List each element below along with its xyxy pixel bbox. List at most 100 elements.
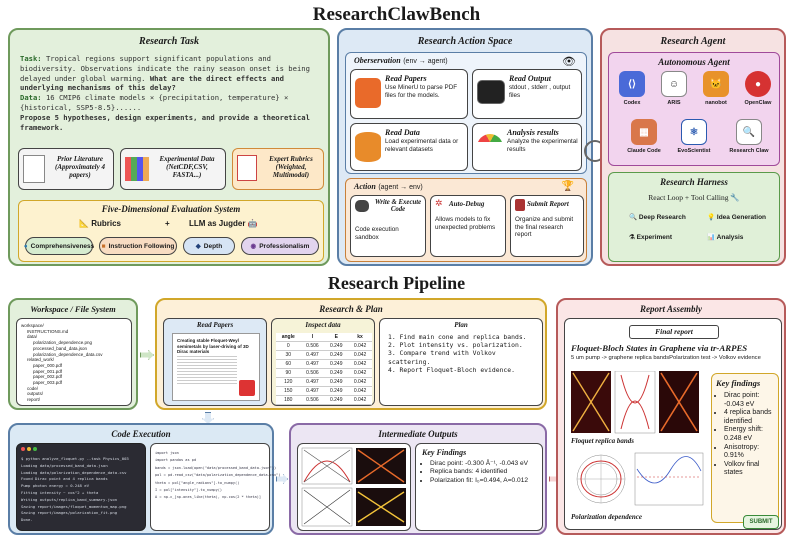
database-icon: [355, 132, 381, 162]
harness-experiment: ⚗ Experiment: [629, 233, 672, 241]
observation-box: Oberservation (env → agent) 👁 Read Paper…: [345, 52, 587, 174]
agent-label: ARIS: [667, 100, 681, 106]
research-agent-panel: Research Agent Autonomous Agent ⟨⟩ Codex …: [600, 28, 786, 266]
table-header-cell: kx: [348, 333, 372, 342]
checklist-icon: [237, 155, 257, 181]
file-tree-item[interactable]: polarization_dependence.png: [21, 340, 103, 346]
table-cell: 0.249: [324, 359, 349, 369]
write-execute-card: Write & Execute Code Code execution sand…: [350, 195, 426, 257]
table-row: 0 0.506 0.249 0.042: [276, 341, 372, 351]
code-line: A = np.c_[np.ones_like(theta), np.cos(2 …: [155, 495, 262, 500]
terminal-line: Loading data/processed_band_data.json: [21, 462, 108, 468]
table-cell: 0.249: [324, 368, 349, 378]
terminal-line: Writing outputs/replica_band_summary.jso…: [21, 496, 118, 502]
research-claw-icon: 🔍: [736, 119, 762, 145]
openclaw-icon: ●: [745, 71, 771, 97]
table-cell: 0.042: [348, 386, 372, 396]
experimental-data-card: Experimental Data (NetCDF,CSV, FASTA...): [120, 148, 226, 190]
submit-report-desc: Organize and submit the final research r…: [515, 216, 574, 238]
intermediate-outputs-title: Intermediate Outputs: [378, 429, 458, 439]
key-finding-item: Polarization fit: I₀=0.494, A=0.012: [430, 477, 542, 485]
agent-codex: ⟨⟩ Codex: [613, 71, 651, 115]
bar-chart-icon: 📊: [707, 234, 716, 241]
table-cell: 30: [276, 350, 301, 360]
table-header-cell: angle: [276, 333, 301, 342]
code-execution-title: Code Execution: [111, 429, 171, 439]
key-findings-list: Dirac point: -0.300 Å⁻¹, -0.043 eVReplic…: [420, 460, 542, 485]
action-header: Action (agent → env): [354, 182, 423, 191]
flask-icon: ⚗: [629, 234, 635, 241]
papers-icon: [355, 78, 381, 108]
analysis-results-title: Analysis results: [507, 128, 559, 137]
read-output-card: Read Output stdout , stderr , output fil…: [472, 69, 582, 119]
eye-icon: 👁: [562, 55, 576, 68]
dim-label: Instruction Following: [108, 242, 175, 250]
report-key-findings: Key findings Dirac point: -0.043 eV4 rep…: [711, 373, 779, 523]
read-data-desc: Load experimental data or relevant datas…: [385, 138, 459, 153]
close-dot-icon: [21, 447, 25, 451]
evoscientist-icon: ⚛: [681, 119, 707, 145]
terminal-line: Saving report/images/floquet_momentum_ma…: [21, 503, 127, 509]
propose-text: Propose 5 hypotheses, design experiments…: [20, 112, 310, 132]
robot-icon: 🤖: [247, 219, 258, 228]
table-row: 180 0.506 0.249 0.042: [276, 395, 372, 405]
key-findings-title: Key Findings: [422, 448, 467, 457]
code-line: I = pol["intensity"].to_numpy(): [155, 488, 223, 493]
report-key-findings-title: Key findings: [716, 378, 761, 388]
report-key-findings-list: Dirac point: -0.043 eV4 replica bands id…: [714, 392, 778, 478]
pipeline-title: Research Pipeline: [327, 273, 466, 293]
dim-instruction-following: ■ Instruction Following: [99, 237, 177, 255]
file-tree-item[interactable]: report/: [21, 397, 103, 403]
dim-depth: ◆ Depth: [183, 237, 235, 255]
maximize-dot-icon: [33, 447, 37, 451]
harness-deep-research: 🔍 Deep Research: [629, 213, 686, 221]
paper-page: Creating stable Floquet-Weyl semimetals …: [172, 333, 260, 401]
table-cell: 0.042: [348, 359, 372, 369]
llm-judge-label: LLM as Jugder 🤖: [189, 219, 258, 228]
research-plan-title: Research & Plan: [319, 304, 383, 314]
final-report-badge: Final report: [629, 325, 719, 339]
read-papers-label: Read Papers: [196, 321, 234, 329]
submit-report-title: Submit Report: [527, 200, 569, 208]
harness-item-label: Experiment: [636, 234, 673, 241]
research-agent-title: Research Agent: [660, 36, 726, 47]
prior-literature-label: Prior Literature (Approximately 4 papers…: [55, 155, 105, 179]
research-task-title: Research Task: [139, 36, 199, 47]
task-description: Task: Tropical regions support significa…: [20, 54, 320, 132]
terminal-line: Saving report/images/polarization_fit.pn…: [21, 510, 118, 516]
plan-steps: 1. Find main cone and replica bands. 2. P…: [388, 333, 538, 374]
inspect-data-label: Inspect data: [305, 321, 341, 329]
read-papers-desc: Use MinerU to parse PDF files for the mo…: [385, 84, 458, 99]
inspect-data-box: Inspect data angle I Ekx 0 0.506 0.249 0.042 3…: [271, 318, 375, 406]
table-cell: 0: [276, 341, 301, 351]
autonomous-agent-title: Autonomous Agent: [658, 57, 730, 67]
read-output-desc: stdout , stderr , output files: [509, 84, 571, 99]
table-header-cell: E: [324, 333, 349, 342]
figure-caption-2: Polarization dependence: [571, 513, 642, 521]
read-output-title: Read Output: [509, 74, 552, 83]
table-row: 150 0.497 0.249 0.042: [276, 386, 372, 396]
plan-box: Plan 1. Find main cone and replica bands…: [379, 318, 543, 406]
action-space-title: Research Action Space: [417, 36, 513, 47]
table-row: 120 0.497 0.249 0.042: [276, 377, 372, 387]
paper-heading: Creating stable Floquet-Weyl semimetals …: [177, 338, 249, 354]
harness-item-label: Deep Research: [638, 214, 686, 221]
plan-label: Plan: [454, 321, 468, 329]
research-harness-title: Research Harness: [660, 177, 728, 187]
minimize-dot-icon: [27, 447, 31, 451]
key-finding-item: Replica bands: 4 identified: [430, 468, 542, 476]
agent-openclaw: ● OpenClaw: [739, 71, 777, 115]
submit-button[interactable]: SUBMIT: [743, 515, 779, 529]
data-text: 16 CMIP6 climate models × {precipitation…: [20, 93, 289, 112]
code-line: import json: [155, 451, 179, 455]
key-finding-item: Dirac point: -0.300 Å⁻¹, -0.043 eV: [430, 460, 542, 468]
terminal-icon: [477, 80, 505, 104]
table-row: 30 0.497 0.249 0.042: [276, 350, 372, 360]
lightbulb-icon: 💡: [707, 214, 716, 221]
dim-professionalism: ◉ Professionalism: [241, 237, 319, 255]
table-cell: 0.249: [324, 386, 349, 396]
intermediate-outputs-panel: Intermediate Outputs Key Findings Dirac …: [289, 423, 547, 535]
agent-label: Claude Code: [627, 148, 661, 154]
codex-icon: ⟨⟩: [619, 71, 645, 97]
aris-icon: ☺: [661, 71, 687, 97]
